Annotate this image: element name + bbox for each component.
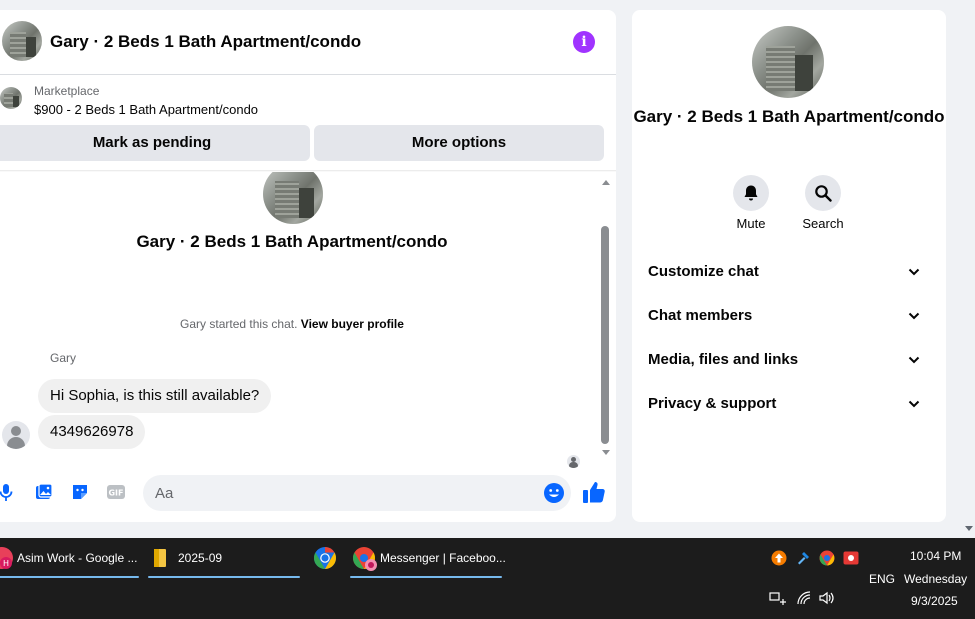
conversation-avatar[interactable] [2,21,42,61]
page-scroll-down-arrow[interactable] [965,526,973,531]
mute-button[interactable] [733,175,769,211]
search-icon [815,185,832,202]
conversation-info-panel: Gary · 2 Beds 1 Bath Apartment/condo Mut… [632,10,946,522]
message-scrollbar[interactable] [600,180,612,462]
mute-label: Mute [736,216,766,231]
taskbar-chrome-title: Asim Work - Google ... [17,551,138,565]
message-composer: GIF [0,472,616,522]
sender-name: Gary [50,351,77,365]
conversation-title[interactable]: Gary · 2 Beds 1 Bath Apartment/condo [50,32,361,52]
chat-started-text: Gary started this chat. [180,317,298,331]
mark-as-pending-button[interactable]: Mark as pending [0,125,310,161]
section-media-files-links[interactable]: Media, files and links [648,348,930,372]
chevron-down-icon [908,356,920,364]
search-button[interactable] [805,175,841,211]
marketplace-listing[interactable]: Marketplace $900 - 2 Beds 1 Bath Apartme… [0,76,616,126]
section-label: Privacy & support [648,395,777,412]
section-privacy-support[interactable]: Privacy & support [648,392,930,416]
message-list: Gary · 2 Beds 1 Bath Apartment/condo Gar… [0,172,600,472]
section-label: Media, files and links [648,351,799,368]
folder-icon [154,549,166,567]
chrome-tray-icon[interactable] [819,550,835,566]
info-icon[interactable]: i [573,31,595,53]
update-arrow-icon[interactable] [771,550,787,566]
scroll-up-arrow[interactable] [602,180,610,185]
taskbar-folder-window[interactable]: 2025-09 [148,538,300,578]
emoji-icon[interactable] [543,482,565,504]
active-indicator [350,576,502,578]
clock-date[interactable]: 9/3/2025 [911,594,958,608]
windows-taskbar: H Asim Work - Google ... 2025-09 Messeng… [0,538,975,619]
conversation-heading: Gary · 2 Beds 1 Bath Apartment/condo [136,232,448,251]
taskbar-folder-title: 2025-09 [178,551,223,565]
taskbar-messenger-title: Messenger | Faceboo... [380,551,506,565]
clock-day[interactable]: Wednesday [904,572,967,586]
bell-icon [744,185,758,201]
active-indicator [0,576,139,578]
message-input[interactable] [143,475,571,511]
listing-source: Marketplace [34,84,100,98]
chat-header: Gary · 2 Beds 1 Bath Apartment/condo i [0,10,616,75]
sender-avatar[interactable] [2,421,30,449]
chrome-messenger-icon [353,547,377,571]
listing-price-title: $900 - 2 Beds 1 Bath Apartment/condo [34,102,259,117]
chat-panel: Gary · 2 Beds 1 Bath Apartment/condo i M… [0,10,616,522]
photo-icon[interactable] [34,482,54,502]
svg-text:GIF: GIF [108,489,123,498]
scrollbar-thumb[interactable] [601,226,609,444]
info-avatar [752,26,824,98]
conversation-large-avatar [263,172,323,224]
language-indicator[interactable]: ENG [869,572,895,586]
clock-time[interactable]: 10:04 PM [910,549,961,563]
section-chat-members[interactable]: Chat members [648,304,930,328]
section-label: Customize chat [648,263,759,280]
message-bubble[interactable]: Hi Sophia, is this still available? [38,379,272,413]
volume-icon[interactable] [818,591,836,605]
chrome-profile-icon: H [0,547,13,569]
seen-indicator-avatar [567,455,580,468]
chevron-down-icon [908,400,920,408]
svg-text:H: H [3,559,9,568]
chevron-down-icon [908,268,920,276]
active-indicator [148,576,300,578]
wifi-icon[interactable] [796,591,812,605]
info-title: Gary · 2 Beds 1 Bath Apartment/condo [633,107,945,126]
scroll-down-arrow[interactable] [602,450,610,455]
search-label: Search [802,216,844,231]
gif-icon[interactable]: GIF [106,482,126,502]
chevron-down-icon [908,312,920,320]
taskbar-messenger-window[interactable]: Messenger | Faceboo... [350,538,506,578]
message-bubble[interactable]: 4349626978 [38,415,146,449]
network-ethernet-icon[interactable] [769,591,787,605]
section-label: Chat members [648,307,753,324]
listing-thumbnail [0,87,22,109]
view-buyer-profile-link[interactable]: View buyer profile [301,317,404,331]
record-icon[interactable] [843,550,859,566]
thumbs-up-icon[interactable] [582,479,606,505]
chrome-alt-icon[interactable] [313,546,337,570]
microphone-icon[interactable] [0,482,16,502]
sticker-icon[interactable] [70,482,90,502]
more-options-button[interactable]: More options [314,125,604,161]
section-customize-chat[interactable]: Customize chat [648,260,930,284]
chat-started-notice: Gary started this chat. View buyer profi… [0,317,584,331]
tool-icon[interactable] [795,550,811,566]
taskbar-chrome-window[interactable]: H Asim Work - Google ... [0,538,139,578]
